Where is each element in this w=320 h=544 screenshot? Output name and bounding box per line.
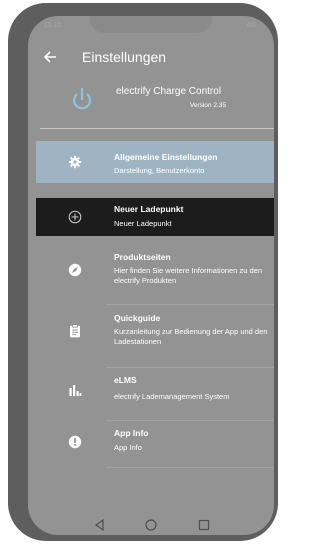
status-time: 15:15 (44, 22, 62, 29)
menu-separator (106, 420, 274, 421)
menu-separator (106, 367, 274, 368)
camera-notch (90, 16, 212, 33)
phone-frame: 15:15 4G Einstellungen electrify Charge … (8, 3, 278, 541)
gear-icon (68, 155, 82, 169)
menu-item-subtitle: Neuer Ladepunkt (114, 219, 172, 228)
status-bar: 15:15 4G (28, 16, 274, 36)
status-indicators: 4G (246, 22, 256, 29)
plus-circle-icon (68, 210, 82, 224)
menu-item-subtitle: Darstellung, Benutzerkonto (114, 166, 205, 175)
android-nav-bar (28, 517, 274, 535)
menu-item-title: App Info (114, 428, 149, 438)
menu-item-subtitle: Kurzanleitung zur Bedienung der App und … (114, 327, 268, 346)
back-arrow-icon[interactable] (43, 48, 61, 66)
nav-home-circle-icon[interactable] (143, 517, 159, 533)
info-icon (68, 435, 82, 449)
menu-item-app-info[interactable]: App Info App Info (36, 423, 274, 463)
menu-item-subtitle: electrify Lademanagement System (114, 392, 230, 401)
clipboard-icon (68, 324, 82, 338)
bar-chart-icon (68, 383, 82, 397)
menu-separator (106, 467, 274, 468)
compass-icon (68, 263, 82, 277)
menu-item-subtitle: App Info (114, 443, 142, 452)
menu-item-title: Allgemeine Einstellungen (114, 152, 218, 162)
menu-item-title: eLMS (114, 375, 137, 385)
menu-item-quickguide[interactable]: Quickguide Kurzanleitung zur Bedienung d… (36, 306, 274, 356)
menu-item-subtitle: Hier finden Sie weitere Informationen zu… (114, 266, 263, 285)
app-screen: 15:15 4G Einstellungen electrify Charge … (28, 16, 274, 535)
header-divider (40, 128, 274, 129)
menu-separator (106, 304, 274, 305)
menu-item-allgemeine-einstellungen[interactable]: Allgemeine Einstellungen Darstellung, Be… (36, 141, 274, 183)
app-name: electrify Charge Control (116, 86, 222, 97)
app-version: Version 2.35 (189, 102, 226, 109)
page-title: Einstellungen (82, 49, 167, 65)
menu-item-elms[interactable]: eLMS electrify Lademanagement System (36, 369, 274, 411)
menu-item-title: Quickguide (114, 313, 161, 323)
menu-item-produktseiten[interactable]: Produktseiten Hier finden Sie weitere In… (36, 247, 274, 293)
power-icon (68, 86, 96, 114)
nav-recents-square-icon[interactable] (196, 517, 212, 533)
nav-back-triangle-icon[interactable] (92, 517, 108, 533)
menu-item-neuer-ladepunkt[interactable]: Neuer Ladepunkt Neuer Ladepunkt (36, 198, 274, 236)
menu-item-title: Produktseiten (114, 252, 171, 262)
menu-item-title: Neuer Ladepunkt (114, 204, 184, 214)
